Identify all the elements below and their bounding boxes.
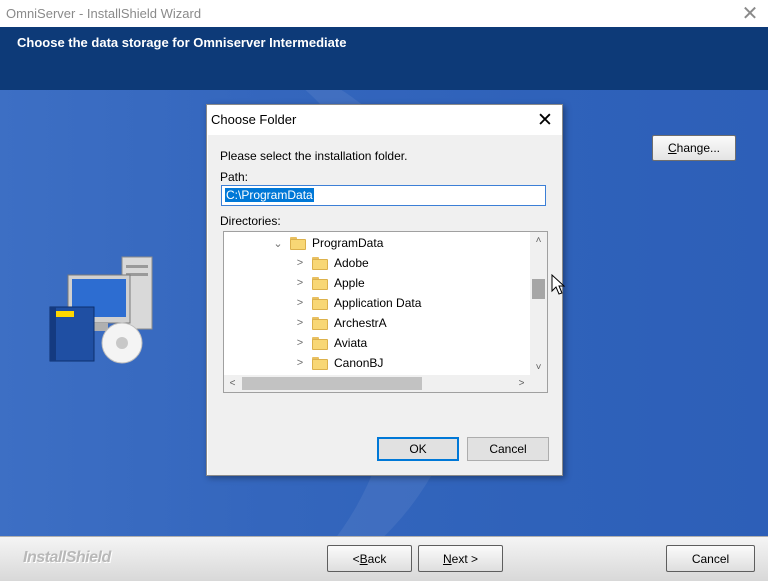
directory-tree[interactable]: ⌄ ProgramData > Adobe > Apple > Applicat… — [223, 231, 548, 393]
folder-icon — [312, 316, 328, 330]
chevron-right-icon[interactable]: > — [294, 317, 306, 329]
folder-icon — [312, 356, 328, 370]
scroll-up-icon[interactable]: ˄ — [530, 232, 547, 249]
tree-item[interactable]: > Application Data — [294, 293, 422, 313]
path-input-value: C:\ProgramData — [225, 188, 314, 202]
vertical-scrollbar[interactable]: ˄ ˅ — [530, 232, 547, 376]
tree-item-label: Apple — [334, 276, 365, 290]
tree-item-label: CanonBJ — [334, 356, 384, 370]
scroll-down-icon[interactable]: ˅ — [530, 359, 547, 376]
wizard-footer: InstallShield < Back Next > Cancel — [0, 536, 768, 581]
tree-item-label: Aviata — [334, 336, 368, 350]
change-button-mnemonic: C — [667, 141, 677, 155]
computer-graphic-icon — [49, 256, 153, 364]
close-icon[interactable]: ✕ — [534, 109, 556, 131]
tree-item-label: Application Data — [334, 296, 422, 310]
dialog-cancel-button[interactable]: Cancel — [467, 437, 549, 461]
vertical-scroll-thumb[interactable] — [532, 279, 545, 299]
folder-icon — [312, 276, 328, 290]
change-button-label: hange... — [676, 141, 721, 155]
window-title: OmniServer - InstallShield Wizard — [6, 6, 202, 21]
tree-item[interactable]: > Adobe — [294, 253, 369, 273]
back-button[interactable]: < Back — [327, 545, 412, 572]
tree-item[interactable]: > Apple — [294, 273, 365, 293]
folder-icon — [312, 336, 328, 350]
wizard-header: Choose the data storage for Omniserver I… — [0, 27, 768, 90]
chevron-right-icon[interactable]: > — [294, 357, 306, 369]
scrollbar-corner — [530, 375, 547, 392]
chevron-right-icon[interactable]: > — [294, 297, 306, 309]
tree-item-label: ProgramData — [312, 236, 384, 250]
wizard-cancel-label: Cancel — [691, 551, 730, 566]
tree-item[interactable]: > ArchestrA — [294, 313, 387, 333]
folder-icon — [312, 256, 328, 270]
chevron-right-icon[interactable]: > — [294, 337, 306, 349]
wizard-heading: Choose the data storage for Omniserver I… — [17, 35, 347, 50]
next-button-mnemonic: N — [442, 551, 452, 566]
back-button-mnemonic: B — [359, 551, 368, 566]
path-label: Path: — [220, 170, 249, 184]
tree-item-label: Adobe — [334, 256, 369, 270]
mouse-cursor-icon — [551, 274, 565, 295]
window-titlebar: OmniServer - InstallShield Wizard ✕ — [0, 0, 768, 27]
back-button-prefix: < — [352, 551, 360, 566]
tree-item-label: ArchestrA — [334, 316, 387, 330]
next-button[interactable]: Next > — [418, 545, 503, 572]
scroll-left-icon[interactable]: < — [224, 375, 241, 392]
ok-button-label: OK — [409, 442, 427, 456]
tree-item[interactable]: > CanonBJ — [294, 353, 384, 373]
scroll-right-icon[interactable]: > — [513, 375, 530, 392]
path-input[interactable]: C:\ProgramData — [221, 185, 546, 206]
folder-icon — [312, 296, 328, 310]
next-button-label: ext > — [451, 551, 479, 566]
wizard-cancel-button[interactable]: Cancel — [666, 545, 755, 572]
dialog-cancel-label: Cancel — [489, 442, 527, 456]
directories-label: Directories: — [220, 214, 281, 228]
tree-item-programdata[interactable]: ⌄ ProgramData — [272, 233, 383, 253]
dialog-body: Please select the installation folder. P… — [208, 135, 562, 475]
tree-item[interactable]: > Aviata — [294, 333, 367, 353]
horizontal-scroll-thumb[interactable] — [242, 377, 422, 390]
installshield-logo: InstallShield — [23, 549, 111, 566]
dialog-prompt: Please select the installation folder. — [220, 149, 408, 163]
chevron-right-icon[interactable]: > — [294, 277, 306, 289]
chevron-right-icon[interactable]: > — [294, 257, 306, 269]
choose-folder-dialog: Choose Folder ✕ Please select the instal… — [206, 104, 563, 476]
folder-icon — [290, 236, 306, 250]
horizontal-scrollbar[interactable]: < > — [224, 375, 547, 392]
close-icon[interactable]: ✕ — [738, 2, 762, 25]
dialog-title: Choose Folder — [211, 112, 297, 127]
change-button[interactable]: Change... — [652, 135, 736, 161]
chevron-down-icon[interactable]: ⌄ — [272, 237, 284, 250]
back-button-label: ack — [367, 551, 387, 566]
ok-button[interactable]: OK — [377, 437, 459, 461]
